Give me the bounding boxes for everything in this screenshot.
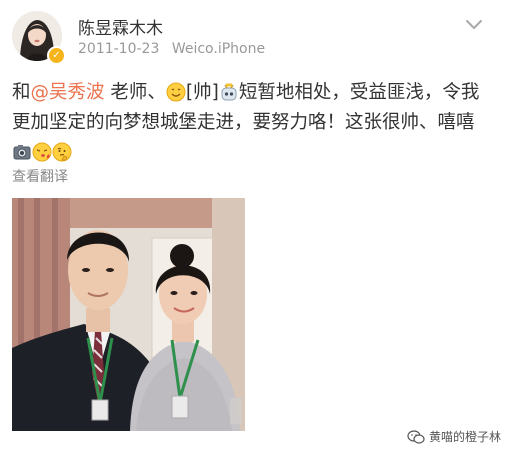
post-photo[interactable] bbox=[12, 198, 245, 431]
photo-image bbox=[12, 198, 245, 431]
post-body: 和@吴秀波 老师、 [帅] 短暂地相处，受益匪浅，令我更加坚定的向梦想城堡走进，… bbox=[12, 78, 492, 168]
chevron-down-icon[interactable] bbox=[464, 18, 484, 32]
camera-emoji-icon bbox=[13, 145, 31, 160]
translate-link[interactable]: 查看翻译 bbox=[12, 166, 68, 186]
post-text-part: 和 bbox=[12, 82, 31, 103]
emoticon-code: [帅] bbox=[185, 82, 219, 103]
robot-emoji-icon bbox=[221, 83, 237, 101]
weibo-post-card: ✓ 陈昱霖木木 2011-10-23 Weico.iPhone 和@吴秀波 老师… bbox=[0, 0, 513, 455]
post-meta: 2011-10-23 Weico.iPhone bbox=[78, 41, 265, 57]
username[interactable]: 陈昱霖木木 bbox=[78, 14, 163, 39]
watermark: 黄喵的橙子林 bbox=[407, 428, 501, 445]
post-source[interactable]: Weico.iPhone bbox=[172, 41, 265, 57]
post-text-part: 老师、 bbox=[104, 82, 166, 103]
verified-badge-icon: ✓ bbox=[47, 46, 66, 65]
smile-emoji-icon bbox=[166, 82, 186, 102]
kiss-emoji-icon bbox=[32, 142, 52, 162]
thinking-emoji-icon bbox=[52, 142, 72, 162]
watermark-text: 黄喵的橙子林 bbox=[428, 430, 501, 444]
post-date: 2011-10-23 bbox=[78, 41, 160, 57]
mention-link[interactable]: @吴秀波 bbox=[31, 82, 105, 103]
wechat-icon bbox=[407, 429, 425, 444]
